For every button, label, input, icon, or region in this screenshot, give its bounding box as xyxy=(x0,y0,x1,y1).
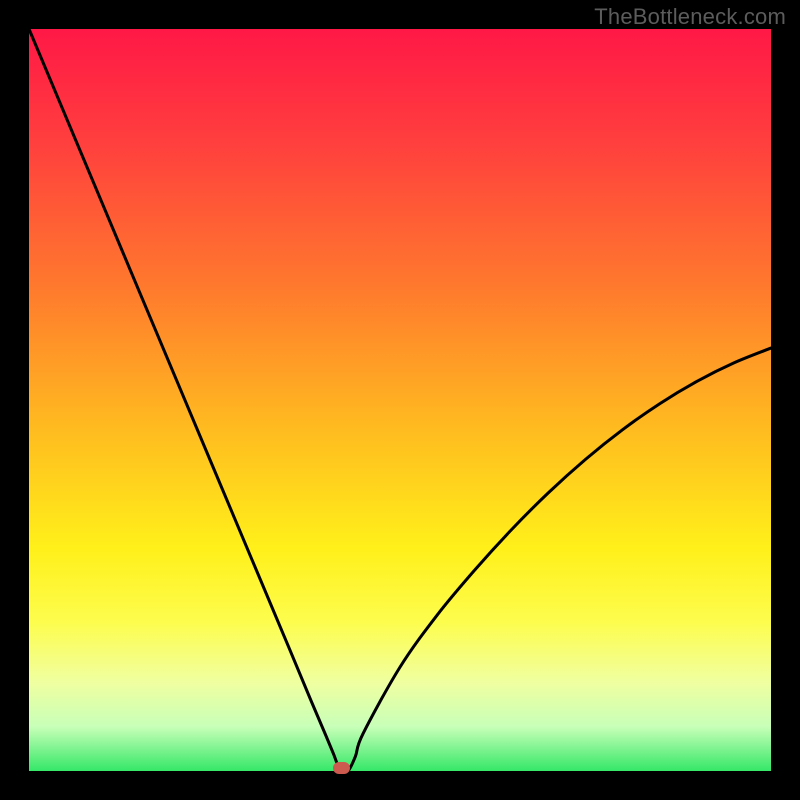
watermark-text: TheBottleneck.com xyxy=(594,4,786,30)
bottleneck-curve xyxy=(29,29,771,771)
minimum-point-marker xyxy=(333,762,350,774)
chart-container: TheBottleneck.com xyxy=(0,0,800,800)
